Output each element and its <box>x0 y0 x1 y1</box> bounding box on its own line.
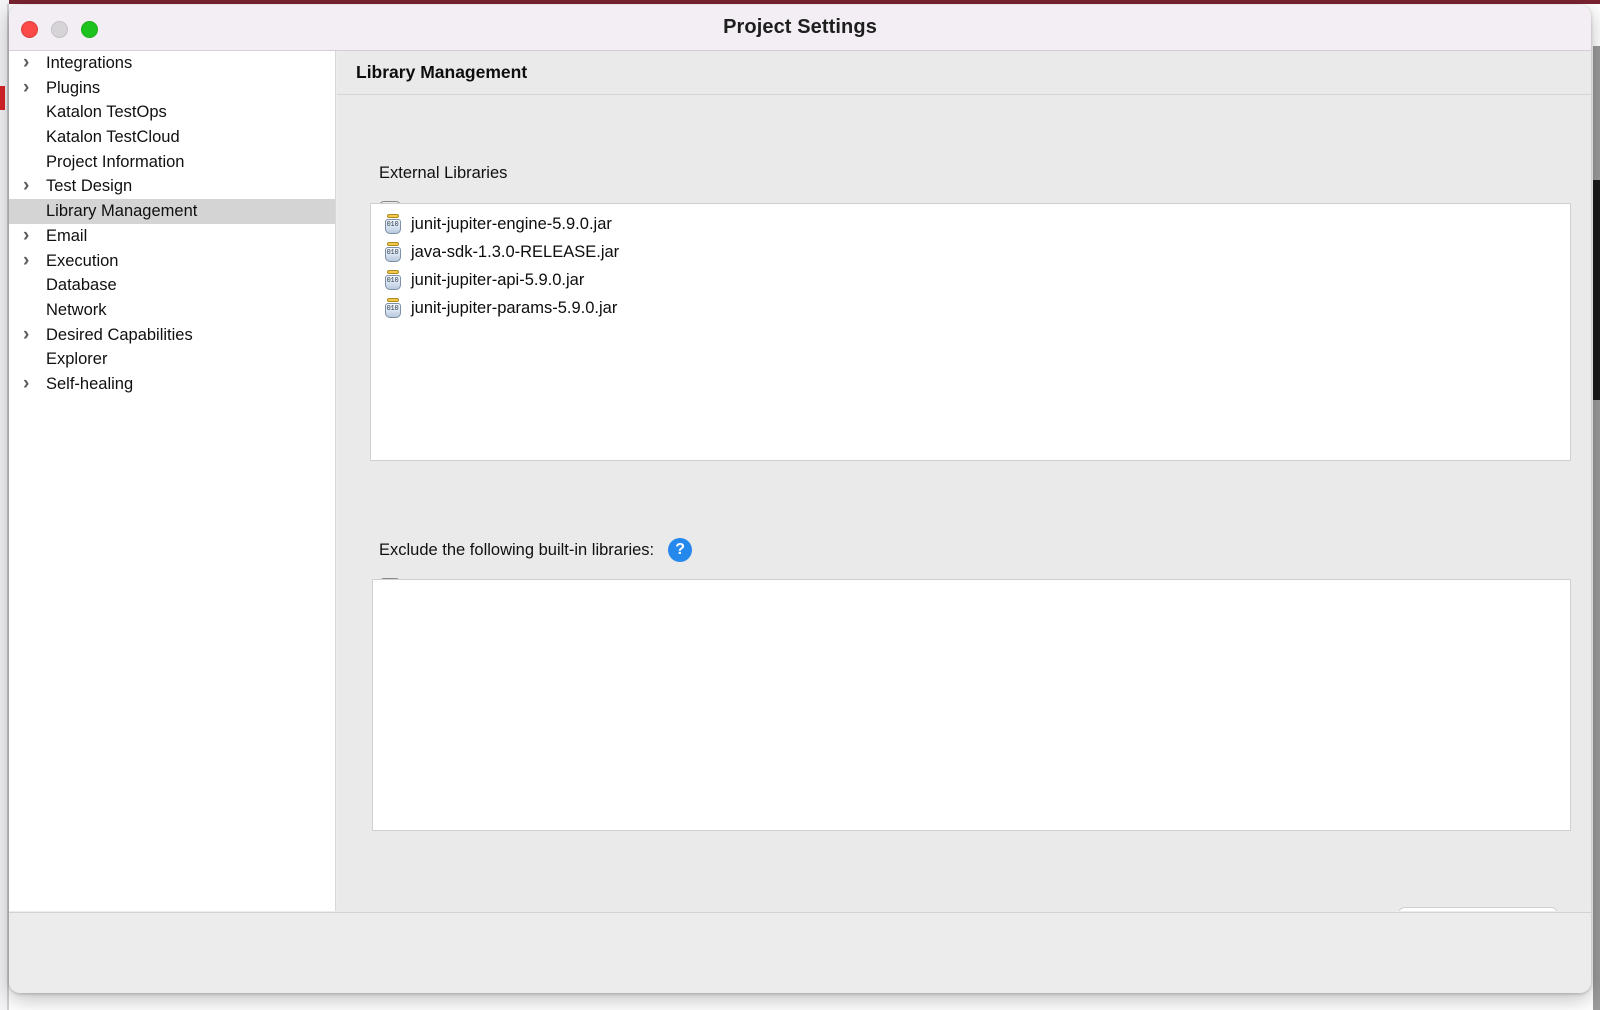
project-settings-dialog: Project Settings Integrations Plugins Kata… <box>9 5 1591 993</box>
background-window-scrollbar <box>1593 180 1600 400</box>
sidebar-item-explorer[interactable]: Explorer <box>9 347 335 372</box>
sidebar-item-label: Execution <box>46 252 118 270</box>
chevron-right-icon[interactable] <box>23 174 35 199</box>
jar-icon: 010 <box>383 298 402 319</box>
sidebar-item-library-management[interactable]: Library Management <box>9 199 335 224</box>
sidebar-item-execution[interactable]: Execution <box>9 249 335 274</box>
sidebar-item-email[interactable]: Email <box>9 224 335 249</box>
sidebar-list: Integrations Plugins Katalon TestOps Katalo… <box>9 51 335 397</box>
exclude-libraries-label: Exclude the following built-in libraries… <box>379 541 654 560</box>
sidebar-item-katalon-testops[interactable]: Katalon TestOps <box>9 100 335 125</box>
library-file-name: java-sdk-1.3.0-RELEASE.jar <box>411 243 619 262</box>
sidebar-item-label: Email <box>46 227 87 245</box>
help-icon[interactable]: ? <box>668 538 692 562</box>
sidebar-item-label: Plugins <box>46 79 100 97</box>
chevron-right-icon[interactable] <box>23 76 35 101</box>
sidebar-item-label: Database <box>46 276 117 294</box>
external-libraries-label: External Libraries <box>379 164 507 183</box>
page-title: Library Management <box>356 62 527 83</box>
sidebar-item-network[interactable]: Network <box>9 298 335 323</box>
list-item[interactable]: 010 junit-jupiter-api-5.9.0.jar <box>371 266 1570 294</box>
sidebar-item-label: Project Information <box>46 153 184 171</box>
chevron-right-icon[interactable] <box>23 372 35 397</box>
window-title: Project Settings <box>9 5 1591 50</box>
sidebar-item-desired-capabilities[interactable]: Desired Capabilities <box>9 323 335 348</box>
library-file-name: junit-jupiter-params-5.9.0.jar <box>411 299 617 318</box>
background-window-top-edge <box>0 0 1600 4</box>
sidebar-item-self-healing[interactable]: Self-healing <box>9 372 335 397</box>
list-item[interactable]: 010 junit-jupiter-engine-5.9.0.jar <box>371 210 1570 238</box>
sidebar-item-label: Katalon TestCloud <box>46 128 180 146</box>
settings-content-pane: Library Management External Libraries Ad… <box>337 51 1591 911</box>
sidebar-item-label: Integrations <box>46 54 132 72</box>
background-window-red-marker <box>0 86 5 110</box>
chevron-right-icon[interactable] <box>23 51 35 76</box>
sidebar-item-katalon-testcloud[interactable]: Katalon TestCloud <box>9 125 335 150</box>
jar-icon: 010 <box>383 270 402 291</box>
jar-icon: 010 <box>383 214 402 235</box>
apply-button[interactable]: Apply <box>1398 907 1558 911</box>
external-libraries-listview[interactable]: 010 junit-jupiter-engine-5.9.0.jar 010 java… <box>370 203 1571 461</box>
exclude-libraries-header: Exclude the following built-in libraries… <box>379 538 692 562</box>
sidebar-item-label: Self-healing <box>46 375 133 393</box>
list-item[interactable]: 010 junit-jupiter-params-5.9.0.jar <box>371 294 1570 322</box>
exclude-libraries-listview[interactable] <box>372 579 1571 831</box>
chevron-right-icon[interactable] <box>23 323 35 348</box>
sidebar-item-project-information[interactable]: Project Information <box>9 150 335 175</box>
chevron-right-icon[interactable] <box>23 224 35 249</box>
sidebar-item-database[interactable]: Database <box>9 273 335 298</box>
sidebar-item-plugins[interactable]: Plugins <box>9 76 335 101</box>
sidebar-item-label: Desired Capabilities <box>46 326 193 344</box>
sidebar-item-label: Network <box>46 301 107 319</box>
title-bar: Project Settings <box>9 5 1591 51</box>
chevron-right-icon[interactable] <box>23 249 35 274</box>
sidebar-item-test-design[interactable]: Test Design <box>9 174 335 199</box>
sidebar-item-label: Explorer <box>46 350 107 368</box>
dialog-footer: ? Cancel Apply and Close <box>9 912 1591 993</box>
list-item[interactable]: 010 java-sdk-1.3.0-RELEASE.jar <box>371 238 1570 266</box>
sidebar-item-label: Katalon TestOps <box>46 103 167 121</box>
library-file-name: junit-jupiter-engine-5.9.0.jar <box>411 215 612 234</box>
sidebar-item-label: Library Management <box>46 202 197 220</box>
sidebar-item-label: Test Design <box>46 177 132 195</box>
content-header: Library Management <box>337 51 1591 95</box>
library-file-name: junit-jupiter-api-5.9.0.jar <box>411 271 584 290</box>
sidebar-item-integrations[interactable]: Integrations <box>9 51 335 76</box>
jar-icon: 010 <box>383 242 402 263</box>
settings-sidebar[interactable]: Integrations Plugins Katalon TestOps Katalo… <box>9 51 336 911</box>
